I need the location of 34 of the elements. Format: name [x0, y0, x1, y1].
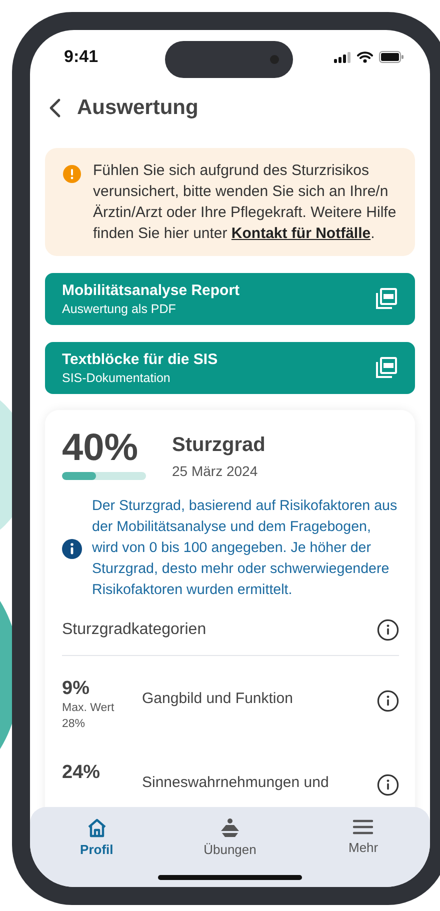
menu-icon: [353, 818, 374, 836]
status-time: 9:41: [64, 47, 98, 67]
emergency-contact-link[interactable]: Kontakt für Notfälle: [231, 225, 371, 242]
pdf-icon: [375, 288, 397, 310]
info-icon[interactable]: [377, 774, 399, 796]
category-percentage: 9%: [62, 678, 90, 700]
battery-icon: [379, 51, 404, 63]
warning-icon: [63, 165, 81, 183]
pdf-download-button[interactable]: Mobilitätsanalyse Report Auswertung als PDF: [45, 273, 415, 325]
category-percentage: 24%: [62, 762, 102, 784]
meditation-icon: [218, 818, 241, 838]
back-icon[interactable]: [49, 98, 61, 118]
max-value: 28%: [62, 717, 86, 732]
category-name: Sinneswahrnehmungen und: [142, 774, 330, 791]
info-icon[interactable]: [377, 619, 399, 641]
wifi-icon: [357, 51, 373, 63]
home-icon: [86, 818, 107, 838]
nav-tab[interactable]: Profil: [30, 817, 164, 858]
signal-icon: [334, 52, 351, 62]
max-value-label: Max. Wert: [62, 701, 116, 716]
warning-text: Fühlen Sie sich aufgrund des Sturzrisikos verunsichert, bitte wenden Sie sich an Ihre/n Ärztin/Arzt oder Ihre Pflegekraft. Weitere Hilfe finden Sie hier unter Kontakt für Notfälle.: [93, 161, 398, 244]
pdf-icon: [375, 357, 397, 379]
page-title: Auswertung: [77, 96, 198, 120]
pdf-download-button[interactable]: Textblöcke für die SIS SIS-Dokumentation: [45, 342, 415, 394]
category-name: Gangbild und Funktion: [142, 690, 294, 707]
score-explanation: Der Sturzgrad, basierend auf Risikofaktoren aus der Mobilitätsanalyse und dem Fragebogen, wird von 0 bis 100 angegeben. Je höher der Sturzgrad, desto mehr oder schwerwiegendere Risikofaktoren wurden ermittelt.: [92, 497, 398, 600]
categories-title: Sturzgradkategorien: [62, 621, 206, 639]
nav-tab[interactable]: Mehr: [296, 817, 430, 856]
nav-tab[interactable]: Übungen: [163, 817, 297, 858]
score-title: Sturzgrad: [172, 434, 266, 457]
score-date: 25 März 2024: [172, 463, 259, 479]
score-value: 40%: [62, 428, 140, 468]
info-icon[interactable]: [377, 690, 399, 712]
info-icon: [62, 538, 82, 558]
